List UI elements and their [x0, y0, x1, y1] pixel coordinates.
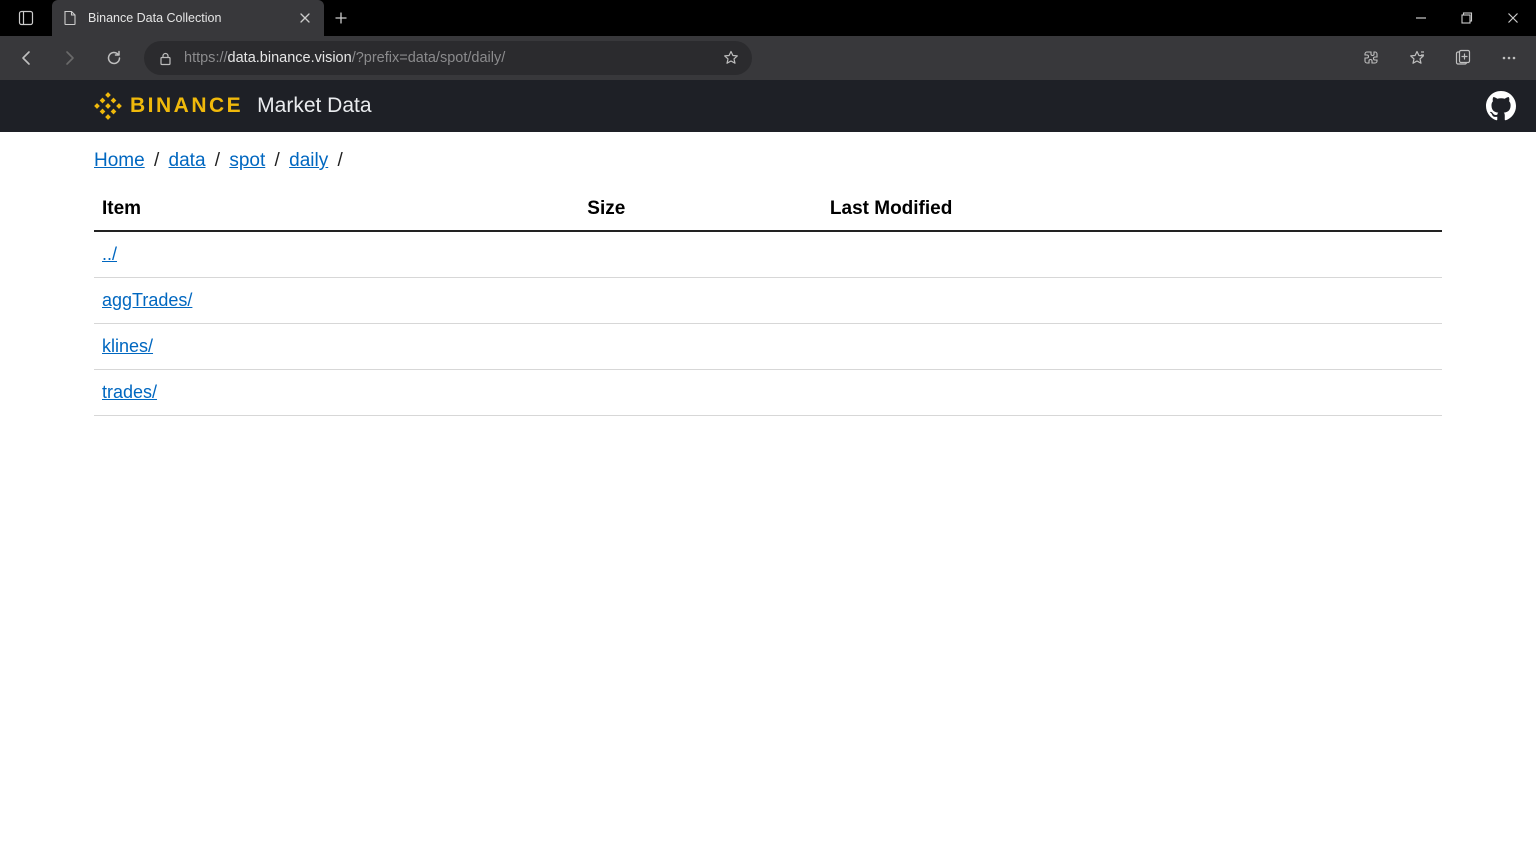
favorite-button[interactable]: [722, 49, 740, 67]
address-bar[interactable]: https://data.binance.vision/?prefix=data…: [144, 41, 752, 75]
url-path: /?prefix=data/spot/daily/: [352, 50, 506, 66]
item-link[interactable]: ../: [102, 244, 117, 264]
tab-title: Binance Data Collection: [88, 11, 286, 25]
breadcrumb-daily[interactable]: daily: [289, 150, 328, 171]
col-header-item: Item: [94, 188, 579, 231]
site-header: BINANCE Market Data: [0, 80, 1536, 132]
table-row: aggTrades/: [94, 278, 1442, 324]
item-modified: [822, 231, 1442, 278]
page-content: Home / data / spot / daily / Item Size L…: [0, 132, 1536, 434]
item-size: [579, 324, 822, 370]
item-size: [579, 278, 822, 324]
lock-icon: [156, 49, 174, 67]
item-size: [579, 231, 822, 278]
breadcrumb-home[interactable]: Home: [94, 150, 145, 171]
item-link[interactable]: klines/: [102, 336, 153, 356]
tab-actions-button[interactable]: [0, 0, 52, 36]
window-titlebar: Binance Data Collection: [0, 0, 1536, 36]
col-header-modified: Last Modified: [822, 188, 1442, 231]
new-tab-button[interactable]: [324, 0, 358, 36]
table-row: ../: [94, 231, 1442, 278]
browser-tab[interactable]: Binance Data Collection: [52, 0, 324, 36]
listing-table: Item Size Last Modified ../ aggTrades/kli…: [94, 188, 1442, 416]
close-window-button[interactable]: [1490, 0, 1536, 36]
favorites-button[interactable]: [1396, 40, 1438, 76]
browser-toolbar: https://data.binance.vision/?prefix=data…: [0, 36, 1536, 80]
minimize-button[interactable]: [1398, 0, 1444, 36]
item-modified: [822, 278, 1442, 324]
item-modified: [822, 370, 1442, 416]
url-scheme: https: [184, 50, 215, 66]
back-button[interactable]: [6, 40, 46, 76]
collections-button[interactable]: [1442, 40, 1484, 76]
site-title: Market Data: [257, 94, 371, 118]
binance-logo-icon: [94, 92, 122, 120]
refresh-button[interactable]: [94, 40, 134, 76]
item-link[interactable]: trades/: [102, 382, 157, 402]
breadcrumb-data[interactable]: data: [169, 150, 206, 171]
col-header-size: Size: [579, 188, 822, 231]
table-row: klines/: [94, 324, 1442, 370]
item-link[interactable]: aggTrades/: [102, 290, 192, 310]
github-link[interactable]: [1486, 91, 1516, 121]
forward-button[interactable]: [50, 40, 90, 76]
item-size: [579, 370, 822, 416]
menu-button[interactable]: [1488, 40, 1530, 76]
maximize-button[interactable]: [1444, 0, 1490, 36]
breadcrumb-spot[interactable]: spot: [229, 150, 265, 171]
item-modified: [822, 324, 1442, 370]
table-row: trades/: [94, 370, 1442, 416]
extensions-button[interactable]: [1350, 40, 1392, 76]
breadcrumb: Home / data / spot / daily /: [94, 150, 1442, 172]
tab-close-button[interactable]: [296, 9, 314, 27]
url-text: https://data.binance.vision/?prefix=data…: [184, 50, 505, 66]
page-icon: [62, 10, 78, 26]
binance-logo-text: BINANCE: [130, 94, 243, 118]
window-controls: [1398, 0, 1536, 36]
binance-logo[interactable]: BINANCE: [94, 92, 243, 120]
url-host: data.binance.vision: [228, 50, 352, 66]
